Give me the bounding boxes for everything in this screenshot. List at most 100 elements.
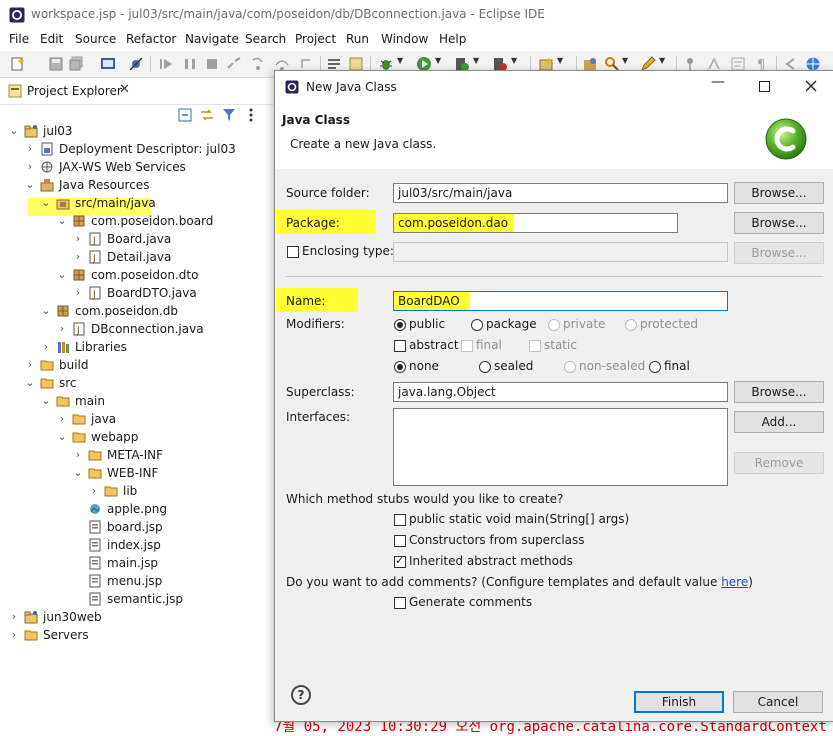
collapsed-chevron-icon[interactable]: › (7, 626, 21, 644)
inherited-methods-checkbox[interactable] (394, 554, 406, 568)
kind-sealed-label: sealed (494, 359, 534, 373)
expanded-chevron-icon[interactable]: ⌄ (23, 374, 37, 392)
source-folder-input[interactable]: jul03/src/main/java (393, 183, 728, 203)
modifier-static-checkbox[interactable] (529, 340, 541, 352)
modifier-private-radio[interactable] (548, 319, 560, 331)
step-into-icon[interactable] (250, 56, 266, 72)
kind-non-sealed-radio[interactable] (564, 361, 576, 373)
kind-none-radio[interactable] (394, 361, 406, 373)
menu-help[interactable]: Help (439, 32, 466, 46)
expanded-chevron-icon[interactable]: ⌄ (55, 428, 69, 446)
configure-templates-link[interactable]: here (721, 575, 748, 589)
collapsed-chevron-icon[interactable]: › (23, 158, 37, 176)
main-method-checkbox[interactable] (394, 514, 406, 526)
filter-icon[interactable] (222, 108, 236, 122)
project-icon (24, 611, 38, 624)
expanded-chevron-icon[interactable]: ⌄ (39, 194, 53, 212)
collapsed-chevron-icon[interactable]: › (71, 446, 85, 464)
svg-text:J: J (76, 326, 80, 336)
modifier-abstract-label: abstract (409, 338, 459, 352)
expanded-chevron-icon[interactable]: ⌄ (39, 392, 53, 410)
collapsed-chevron-icon[interactable]: › (71, 284, 85, 302)
menu-source[interactable]: Source (75, 32, 116, 46)
browse-source-folder-button[interactable]: Browse... (734, 182, 824, 204)
collapse-all-icon[interactable] (178, 108, 192, 122)
help-icon[interactable]: ? (291, 685, 311, 705)
collapsed-chevron-icon[interactable]: › (71, 230, 85, 248)
maximize-icon[interactable] (759, 81, 770, 92)
kind-final-radio[interactable] (649, 361, 661, 373)
expanded-chevron-icon[interactable]: ⌄ (7, 122, 21, 140)
expanded-chevron-icon[interactable]: ⌄ (55, 212, 69, 230)
cancel-button[interactable]: Cancel (733, 691, 823, 713)
svg-text:J: J (92, 254, 96, 264)
interfaces-list[interactable] (393, 408, 728, 486)
modifier-final-checkbox[interactable] (461, 340, 473, 352)
link-with-editor-icon[interactable] (200, 108, 214, 122)
terminal-icon[interactable] (100, 56, 116, 72)
name-input[interactable]: BoardDAO (393, 291, 728, 311)
browse-superclass-button[interactable]: Browse... (734, 381, 824, 403)
collapsed-chevron-icon[interactable]: › (23, 356, 37, 374)
menu-project[interactable]: Project (295, 32, 336, 46)
collapsed-chevron-icon[interactable]: › (71, 248, 85, 266)
modifier-package-radio[interactable] (471, 319, 483, 331)
tab-project-explorer[interactable]: Project Explorer ✕ (0, 78, 140, 104)
tree-label: build (59, 358, 89, 372)
menu-refactor[interactable]: Refactor (126, 32, 176, 46)
expanded-chevron-icon[interactable]: ⌄ (71, 464, 85, 482)
collapsed-chevron-icon[interactable]: › (55, 320, 69, 338)
kind-sealed-radio[interactable] (479, 361, 491, 373)
new-java-class-dialog: New Java Class — Java Class Create a new… (274, 70, 833, 722)
menu-edit[interactable]: Edit (40, 32, 63, 46)
modifier-abstract-checkbox[interactable] (394, 340, 406, 352)
expanded-chevron-icon[interactable]: ⌄ (55, 266, 69, 284)
modifier-protected-label: protected (640, 317, 699, 331)
menu-window[interactable]: Window (381, 32, 428, 46)
collapsed-chevron-icon[interactable]: › (23, 140, 37, 158)
browse-enclosing-type-button[interactable]: Browse... (734, 242, 824, 264)
package-icon (57, 305, 69, 317)
close-icon[interactable] (805, 80, 817, 92)
add-interface-button[interactable]: Add... (734, 411, 824, 433)
package-input[interactable]: com.poseidon.dao (393, 213, 678, 233)
skip-breakpoints-icon[interactable] (128, 56, 144, 72)
project-explorer: Project Explorer ✕ ⌄ jul03 › Deployment … (0, 78, 273, 734)
dialog-body: Source folder: jul03/src/main/java Brows… (275, 169, 833, 677)
generate-comments-checkbox[interactable] (394, 597, 406, 609)
superclass-input[interactable]: java.lang.Object (393, 382, 728, 402)
terminate-icon[interactable] (204, 56, 220, 72)
expanded-chevron-icon[interactable]: ⌄ (39, 302, 53, 320)
modifier-public-radio[interactable] (394, 319, 406, 331)
enclosing-type-input[interactable] (393, 242, 728, 262)
constructors-checkbox[interactable] (394, 535, 406, 547)
minimize-icon[interactable]: — (711, 74, 725, 90)
finish-button[interactable]: Finish (634, 691, 724, 713)
menu-file[interactable]: File (9, 32, 29, 46)
browse-package-button[interactable]: Browse... (734, 212, 824, 234)
collapsed-chevron-icon[interactable]: › (39, 338, 53, 356)
collapsed-chevron-icon[interactable]: › (55, 410, 69, 428)
close-icon[interactable]: ✕ (119, 82, 130, 97)
modifier-protected-radio[interactable] (625, 319, 637, 331)
collapsed-chevron-icon[interactable]: › (7, 608, 21, 626)
new-icon[interactable] (10, 56, 26, 72)
tree-label: jun30web (43, 610, 102, 624)
menu-navigate[interactable]: Navigate (185, 32, 239, 46)
menu-run[interactable]: Run (346, 32, 369, 46)
collapsed-chevron-icon[interactable]: › (87, 482, 101, 500)
view-menu-icon[interactable] (244, 108, 258, 122)
name-value: BoardDAO (398, 294, 460, 308)
save-icon[interactable] (48, 56, 64, 72)
tree-label: Java Resources (59, 178, 150, 192)
suspend-icon[interactable] (182, 56, 198, 72)
resume-icon[interactable] (158, 56, 174, 72)
expanded-chevron-icon[interactable]: ⌄ (23, 176, 37, 194)
package-value: com.poseidon.dao (398, 216, 509, 230)
remove-interface-button[interactable]: Remove (734, 452, 824, 474)
enclosing-type-checkbox[interactable] (287, 246, 299, 258)
disconnect-icon[interactable] (226, 56, 242, 72)
menu-search[interactable]: Search (245, 32, 286, 46)
modifier-package-label: package (486, 317, 537, 331)
save-all-icon[interactable] (68, 56, 84, 72)
